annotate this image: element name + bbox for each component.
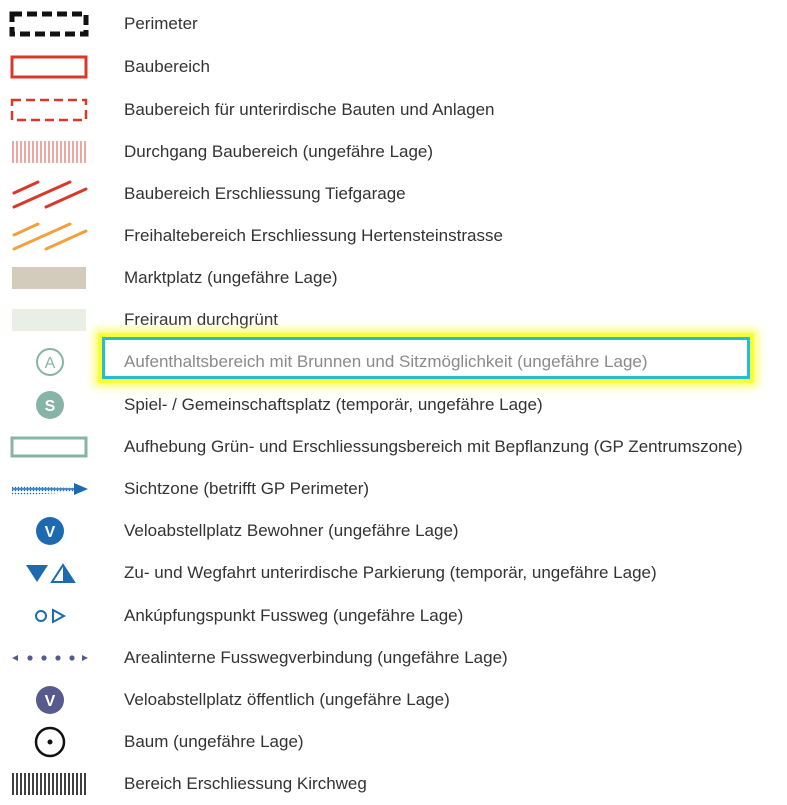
legend-item-tiefgarage: Baubereich Erschliessung Tiefgarage — [0, 173, 787, 215]
legend-label: Freiraum durchgrünt — [124, 310, 279, 329]
dotted-arrow-line-icon — [8, 637, 92, 679]
legend-label: Veloabstellplatz öffentlich (ungefähre L… — [124, 690, 450, 709]
legend-item-sichtzone: Sichtzone (betrifft GP Perimeter) — [0, 468, 787, 510]
orange-diagonal-lines-icon — [8, 215, 92, 257]
circle-triangle-icon — [8, 595, 92, 637]
legend-item-freihaltebereich: Freihaltebereich Erschliessung Hertenste… — [0, 215, 787, 257]
red-diagonal-lines-icon — [8, 173, 92, 215]
legend-label: Baubereich Erschliessung Tiefgarage — [124, 184, 406, 203]
legend-label: Marktplatz (ungefähre Lage) — [124, 268, 338, 287]
legend-item-baubereich: Baubereich — [0, 46, 787, 88]
legend-label: Baubereich für unterirdische Bauten und … — [124, 100, 495, 119]
legend-label: Aufenthaltsbereich mit Brunnen und Sitzm… — [124, 352, 648, 371]
legend-item-perimeter: Perimeter — [0, 3, 787, 45]
legend-item-velo-bewohner: V Veloabstellplatz Bewohner (ungefähre L… — [0, 510, 787, 552]
red-vertical-hatch-icon — [8, 131, 92, 173]
legend-item-freiraum: Freiraum durchgrünt — [0, 299, 787, 341]
legend-label: Baubereich — [124, 57, 211, 76]
circle-s-icon: S — [8, 384, 92, 426]
tan-rectangle-icon — [8, 257, 92, 299]
purple-circle-v-icon: V — [8, 679, 92, 721]
sight-arrow-icon — [8, 468, 92, 510]
legend-label: Durchgang Baubereich (ungefähre Lage) — [124, 142, 434, 161]
circle-a-icon: A — [8, 341, 92, 383]
legend-label: Veloabstellplatz Bewohner (ungefähre Lag… — [124, 521, 459, 540]
tree-circle-icon — [8, 721, 92, 763]
legend-item-velo-oeffentlich: V Veloabstellplatz öffentlich (ungefähre… — [0, 679, 787, 721]
red-dashed-rectangle-icon — [8, 89, 92, 131]
legend: Perimeter Baubereich Baubereich für unte… — [0, 0, 787, 796]
svg-text:A: A — [45, 355, 56, 372]
legend-label: Baum (ungefähre Lage) — [124, 732, 304, 751]
legend-label: Zu- und Wegfahrt unterirdische Parkierun… — [124, 563, 657, 582]
legend-label: Arealinterne Fusswegverbindung (ungefähr… — [124, 648, 508, 667]
circle-v-icon: V — [8, 510, 92, 552]
legend-label: Aufhebung Grün- und Erschliessungsbereic… — [124, 437, 743, 456]
triangles-icon — [8, 552, 92, 594]
legend-item-zufahrt: Zu- und Wegfahrt unterirdische Parkierun… — [0, 552, 787, 594]
legend-item-kirchweg: Bereich Erschliessung Kirchweg — [0, 763, 787, 805]
legend-label: Spiel- / Gemeinschaftsplatz (temporär, u… — [124, 395, 543, 414]
legend-item-spielplatz: S Spiel- / Gemeinschaftsplatz (temporär,… — [0, 384, 787, 426]
legend-item-baum: Baum (ungefähre Lage) — [0, 721, 787, 763]
legend-label: Freihaltebereich Erschliessung Hertenste… — [124, 226, 503, 245]
legend-label: Sichtzone (betrifft GP Perimeter) — [124, 479, 370, 498]
legend-item-baubereich-unterirdisch: Baubereich für unterirdische Bauten und … — [0, 89, 787, 131]
green-outline-rectangle-icon — [8, 426, 92, 468]
legend-label: Perimeter — [124, 14, 198, 33]
legend-label: Ankúpfungspunkt Fussweg (ungefähre Lage) — [124, 606, 464, 625]
legend-item-durchgang: Durchgang Baubereich (ungefähre Lage) — [0, 131, 787, 173]
legend-item-fusswegverbindung: Arealinterne Fusswegverbindung (ungefähr… — [0, 637, 787, 679]
black-vertical-hatch-icon — [8, 763, 92, 805]
legend-label: Bereich Erschliessung Kirchweg — [124, 774, 367, 793]
svg-text:V: V — [45, 524, 56, 541]
svg-text:S: S — [45, 398, 56, 415]
legend-item-anknuepfungspunkt: Ankúpfungspunkt Fussweg (ungefähre Lage) — [0, 595, 787, 637]
pale-green-rectangle-icon — [8, 299, 92, 341]
legend-item-marktplatz: Marktplatz (ungefähre Lage) — [0, 257, 787, 299]
svg-text:V: V — [45, 693, 56, 710]
legend-item-aufhebung: Aufhebung Grün- und Erschliessungsbereic… — [0, 426, 787, 468]
perimeter-symbol-icon — [8, 3, 92, 45]
red-rectangle-icon — [8, 46, 92, 88]
legend-item-aufenthaltsbereich: A Aufenthaltsbereich mit Brunnen und Sit… — [0, 341, 787, 383]
